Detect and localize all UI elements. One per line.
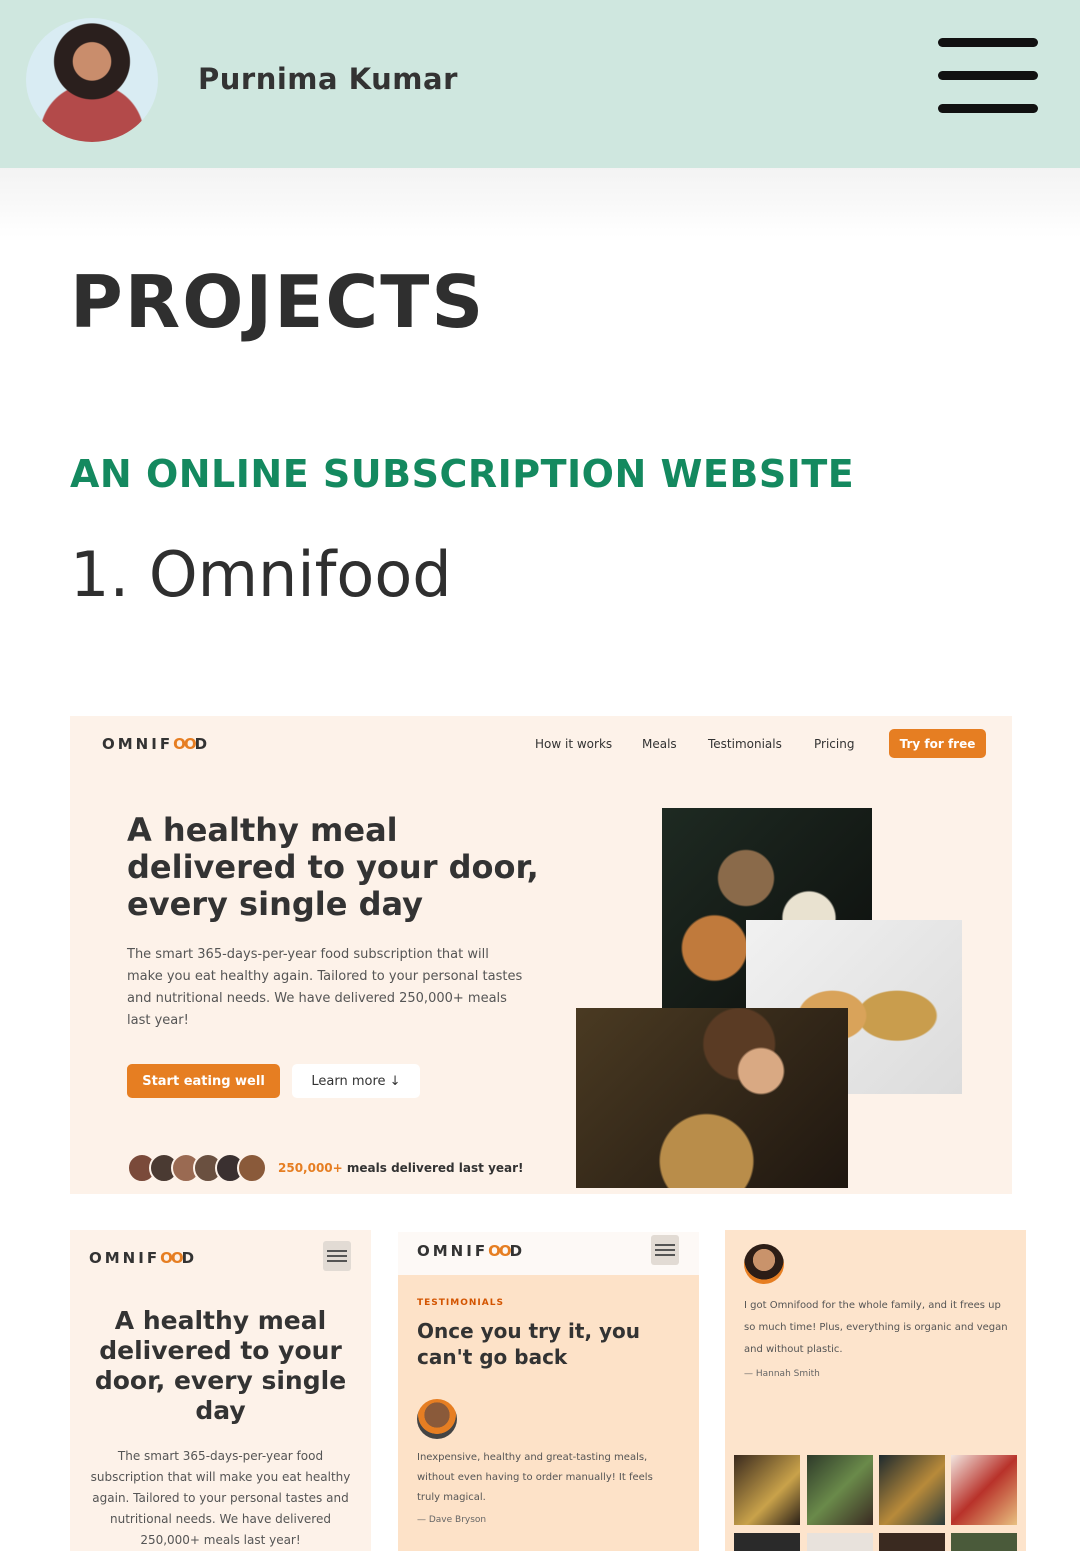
gallery-image — [807, 1533, 873, 1551]
omnifood-logo: OMNIFOOD — [89, 1249, 198, 1267]
testimonials-title: Once you try it, you can't go back — [417, 1319, 641, 1369]
gallery-image — [734, 1533, 800, 1551]
testimonial-avatar — [417, 1399, 457, 1439]
project-title: 1. Omnifood — [70, 538, 452, 611]
menu-icon[interactable] — [651, 1235, 679, 1265]
try-for-free-button[interactable]: Try for free — [889, 729, 986, 758]
mobile-hero-title: A healthy meal delivered to your door, e… — [94, 1306, 347, 1425]
infinity-icon: OO — [160, 1249, 183, 1267]
testimonial-author: — Hannah Smith — [744, 1369, 820, 1379]
hero-title: A healthy meal delivered to your door, e… — [127, 811, 539, 923]
gallery-image — [879, 1533, 945, 1551]
nav-testimonials[interactable]: Testimonials — [708, 737, 782, 751]
owner-name: Purnima Kumar — [198, 62, 458, 96]
page-title: PROJECTS — [70, 260, 486, 344]
testimonial-quote: Inexpensive, healthy and great-tasting m… — [417, 1452, 653, 1503]
menu-icon[interactable] — [323, 1241, 351, 1271]
app-header: Purnima Kumar — [0, 0, 1080, 168]
testimonial-quote: I got Omnifood for the whole family, and… — [744, 1300, 1008, 1355]
omnifood-logo: OMNIFOOD — [417, 1242, 526, 1260]
learn-more-button[interactable]: Learn more ↓ — [292, 1064, 420, 1098]
gallery-image — [951, 1533, 1017, 1551]
testimonials-tag: TESTIMONIALS — [417, 1298, 504, 1308]
gallery-image — [879, 1455, 945, 1525]
nav-meals[interactable]: Meals — [642, 737, 677, 751]
testimonial-author: — Dave Bryson — [417, 1515, 487, 1525]
omnifood-desktop-preview[interactable]: OMNIFOOD How it works Meals Testimonials… — [70, 716, 1012, 1194]
menu-icon[interactable] — [938, 36, 1040, 118]
testimonial-avatar — [744, 1244, 784, 1284]
mobile-hero-description: The smart 365-days-per-year food subscri… — [90, 1449, 351, 1547]
header-shadow — [0, 168, 1080, 238]
infinity-icon: OO — [488, 1242, 511, 1260]
infinity-icon: OO — [173, 735, 196, 753]
omnifood-mobile-testimonials-preview[interactable]: OMNIFOOD TESTIMONIALS Once you try it, y… — [398, 1232, 699, 1551]
omnifood-mobile-hero-preview[interactable]: OMNIFOOD A healthy meal delivered to you… — [70, 1230, 371, 1551]
hero-description: The smart 365-days-per-year food subscri… — [127, 947, 523, 1028]
start-eating-well-button[interactable]: Start eating well — [127, 1064, 280, 1098]
gallery-image — [807, 1455, 873, 1525]
profile-avatar[interactable] — [26, 18, 158, 142]
project-tag: AN ONLINE SUBSCRIPTION WEBSITE — [70, 452, 855, 496]
gallery-image — [951, 1455, 1017, 1525]
woman-eating-image — [576, 1008, 848, 1188]
omnifood-logo[interactable]: OMNIFOOD — [102, 735, 210, 753]
nav-pricing[interactable]: Pricing — [814, 737, 854, 751]
meals-delivered-text: 250,000+ meals delivered last year! — [278, 1161, 524, 1175]
customer-avatars — [127, 1153, 267, 1183]
nav-how-it-works[interactable]: How it works — [535, 737, 612, 751]
gallery-image — [734, 1455, 800, 1525]
omnifood-mobile-gallery-preview[interactable]: I got Omnifood for the whole family, and… — [725, 1230, 1026, 1551]
